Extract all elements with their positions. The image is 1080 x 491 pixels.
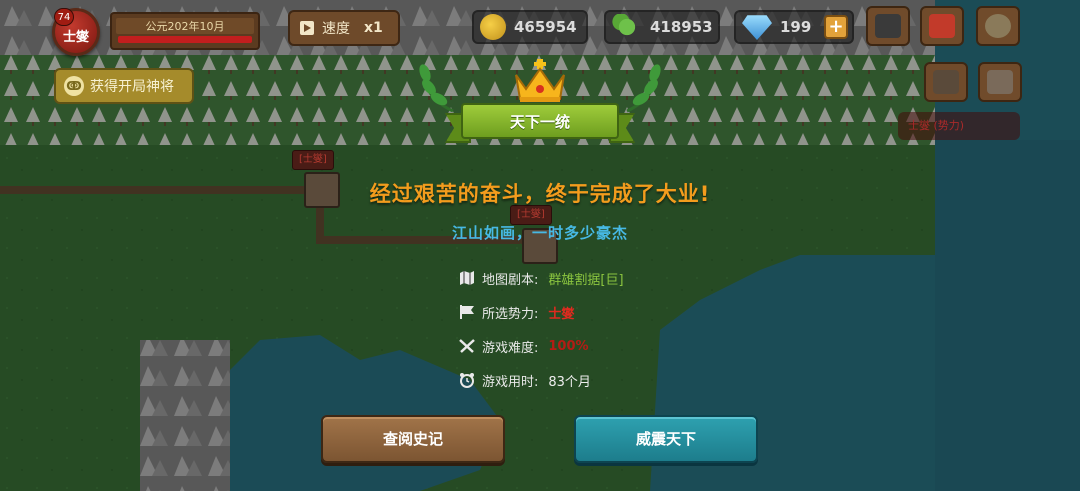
stat-value: 士燮: [548, 306, 575, 322]
faction-tag[interactable]: 士燮 (势力): [898, 112, 1020, 140]
swords-icon: [458, 338, 476, 354]
general-icon: ↂ: [64, 76, 84, 96]
stat-label: 所选势力:: [482, 306, 539, 322]
view-history-button[interactable]: 查阅史记: [321, 415, 505, 463]
scroll-icon: [933, 70, 959, 94]
gear-icon: [985, 14, 1011, 38]
gold-counter: 465954: [472, 10, 588, 44]
stat-label: 地图剧本:: [482, 272, 539, 288]
level-badge: 74: [54, 8, 74, 26]
clover-icon: [612, 14, 642, 40]
speed-value: x1: [364, 20, 383, 36]
gift-icon: [929, 14, 955, 38]
title-ribbon: 天下一统: [445, 103, 635, 143]
stat-value: 83个月: [548, 374, 591, 390]
map-button[interactable]: [924, 62, 968, 102]
stat-difficulty: 游戏难度: 100%: [458, 329, 698, 363]
city-label: [士燮]: [292, 150, 334, 170]
gold-coin-icon: [480, 14, 506, 40]
date-label: 公元202年10月: [116, 18, 254, 34]
stat-duration: 游戏用时: 83个月: [458, 363, 698, 397]
clover-value: 418953: [650, 18, 713, 36]
stat-label: 游戏用时:: [482, 374, 539, 390]
gem-counter: 199 +: [734, 10, 854, 44]
lord-name: 士燮: [62, 30, 89, 45]
victory-headline: 经过艰苦的奋斗，终于完成了大业!: [369, 182, 711, 206]
speed-button[interactable]: 速度 x1: [288, 10, 400, 46]
army-button[interactable]: [978, 62, 1022, 102]
shop-button[interactable]: [866, 6, 910, 46]
stat-label: 游戏难度:: [482, 340, 539, 356]
gem-value: 199: [780, 18, 812, 36]
settings-button[interactable]: [976, 6, 1020, 46]
alarm-clock-icon: [458, 372, 476, 388]
soldier-icon: [987, 70, 1013, 94]
stat-value: 100%: [548, 338, 589, 354]
stat-faction: 所选势力: 士燮: [458, 295, 698, 329]
victory-subline: 江山如画，一时多少豪杰: [451, 224, 628, 242]
speed-label: 速度: [322, 21, 350, 37]
crown-icon: [515, 59, 565, 102]
game-summary: 地图剧本: 群雄割据[巨] 所选势力: 士燮 游戏难度: 100% 游戏用时: …: [458, 261, 698, 397]
ribbon-title: 天下一统: [509, 113, 570, 131]
victory-banner: 天下一统: [415, 55, 665, 170]
glory-button[interactable]: 威震天下: [574, 415, 758, 463]
gift-button[interactable]: [920, 6, 964, 46]
clover-counter: 418953: [604, 10, 720, 44]
add-gems-button[interactable]: +: [824, 15, 848, 39]
stat-value: 群雄割据[巨]: [548, 272, 624, 288]
gold-value: 465954: [514, 18, 577, 36]
lord-panel[interactable]: 士燮 74 公元202年10月: [52, 6, 262, 56]
flag-icon: [458, 304, 476, 320]
health-bar: [118, 36, 252, 43]
play-icon: [300, 21, 314, 35]
cart-icon: [875, 14, 901, 38]
get-general-button[interactable]: ↂ 获得开局神将: [54, 68, 194, 104]
date-bar: 公元202年10月: [110, 12, 260, 50]
stat-map-scenario: 地图剧本: 群雄割据[巨]: [458, 261, 698, 295]
map-icon: [458, 270, 476, 286]
diamond-icon: [742, 15, 772, 40]
get-general-label: 获得开局神将: [90, 79, 174, 95]
